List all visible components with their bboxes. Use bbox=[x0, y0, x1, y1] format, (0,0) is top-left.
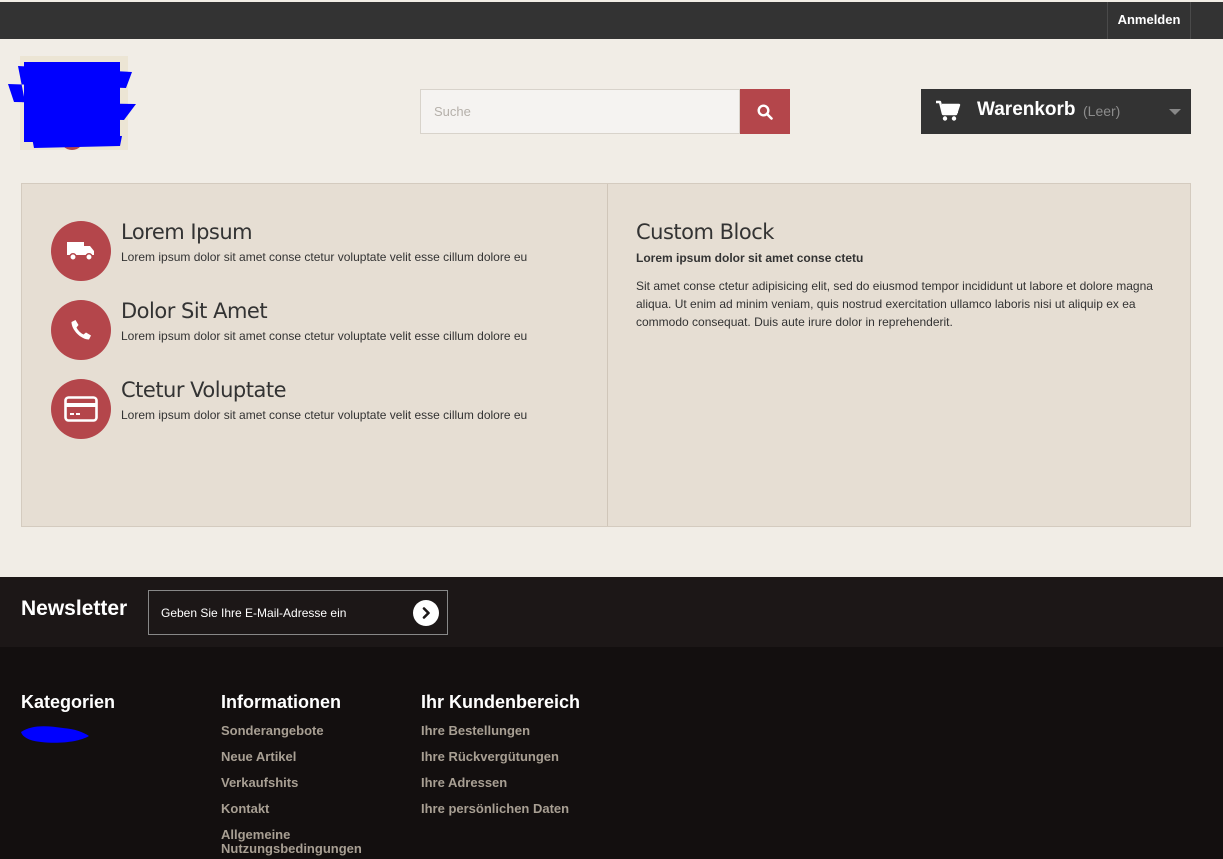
feature-icon-circle bbox=[51, 300, 111, 360]
shop-logo[interactable] bbox=[4, 54, 142, 152]
footer-link-list: Ihre Bestellungen Ihre Rückvergütungen I… bbox=[421, 724, 621, 816]
login-link[interactable]: Anmelden bbox=[1108, 2, 1190, 39]
feature-text: Lorem ipsum dolor sit amet conse ctetur … bbox=[121, 329, 528, 343]
truck-icon bbox=[67, 242, 94, 261]
search-button[interactable] bbox=[740, 89, 790, 134]
search-icon bbox=[757, 103, 773, 120]
feature-item: Dolor Sit Amet Lorem ipsum dolor sit ame… bbox=[51, 299, 591, 362]
footer-link-list: Sonderangebote Neue Artikel Verkaufshits… bbox=[221, 724, 421, 856]
chevron-right-icon bbox=[422, 607, 430, 619]
feature-title: Dolor Sit Amet bbox=[121, 299, 268, 323]
footer-column-categories: Kategorien bbox=[21, 692, 221, 724]
footer-column-information: Informationen Sonderangebote Neue Artike… bbox=[221, 692, 421, 859]
footer-link[interactable]: Ihre persönlichen Daten bbox=[421, 802, 621, 816]
cart-dropdown[interactable]: Warenkorb (Leer) bbox=[921, 89, 1191, 134]
custom-block-text: Sit amet conse ctetur adipisicing elit, … bbox=[636, 279, 1153, 329]
footer-link[interactable]: Kontakt bbox=[221, 802, 421, 816]
feature-item: Ctetur Voluptate Lorem ipsum dolor sit a… bbox=[51, 378, 591, 441]
footer-link[interactable]: Sonderangebote bbox=[221, 724, 421, 738]
feature-title: Ctetur Voluptate bbox=[121, 378, 286, 402]
panel-divider bbox=[607, 184, 608, 526]
phone-icon bbox=[71, 320, 91, 340]
footer-link[interactable]: Allgemeine Nutzungsbedingungen bbox=[221, 828, 371, 856]
footer-heading: Informationen bbox=[221, 692, 341, 712]
cart-title: Warenkorb bbox=[977, 99, 1076, 120]
newsletter-bar: Newsletter bbox=[0, 577, 1223, 647]
custom-block-title: Custom Block bbox=[636, 220, 774, 244]
credit-card-icon bbox=[64, 396, 98, 422]
custom-block-subtitle: Lorem ipsum dolor sit amet conse ctetu bbox=[636, 251, 864, 265]
footer-link[interactable]: Ihre Adressen bbox=[421, 776, 621, 790]
footer-heading: Ihr Kundenbereich bbox=[421, 692, 581, 712]
footer-link[interactable]: Ihre Bestellungen bbox=[421, 724, 621, 738]
cart-icon bbox=[936, 100, 961, 121]
feature-text: Lorem ipsum dolor sit amet conse ctetur … bbox=[121, 250, 528, 264]
footer: Kategorien Informationen Sonderangebote … bbox=[0, 647, 1223, 859]
footer-heading: Kategorien bbox=[21, 692, 116, 712]
info-panel: Lorem Ipsum Lorem ipsum dolor sit amet c… bbox=[21, 183, 1191, 527]
footer-link[interactable]: Verkaufshits bbox=[221, 776, 421, 790]
top-bar: Anmelden bbox=[0, 2, 1223, 39]
newsletter-submit-button[interactable] bbox=[413, 600, 439, 626]
newsletter-title: Newsletter bbox=[21, 597, 128, 620]
footer-link[interactable]: Neue Artikel bbox=[221, 750, 421, 764]
topbar-separator bbox=[1190, 2, 1191, 39]
feature-item: Lorem Ipsum Lorem ipsum dolor sit amet c… bbox=[51, 220, 591, 283]
feature-title: Lorem Ipsum bbox=[121, 220, 253, 244]
footer-column-account: Ihr Kundenbereich Ihre Bestellungen Ihre… bbox=[421, 692, 621, 828]
redacted-category-link[interactable] bbox=[19, 722, 91, 746]
feature-icon-circle bbox=[51, 379, 111, 439]
footer-link[interactable]: Ihre Rückvergütungen bbox=[421, 750, 621, 764]
search-input[interactable] bbox=[420, 89, 740, 134]
feature-icon-circle bbox=[51, 221, 111, 281]
newsletter-email-input[interactable] bbox=[148, 590, 448, 635]
chevron-down-icon bbox=[1169, 109, 1181, 115]
feature-text: Lorem ipsum dolor sit amet conse ctetur … bbox=[121, 408, 528, 422]
cart-status: (Leer) bbox=[1083, 103, 1121, 119]
